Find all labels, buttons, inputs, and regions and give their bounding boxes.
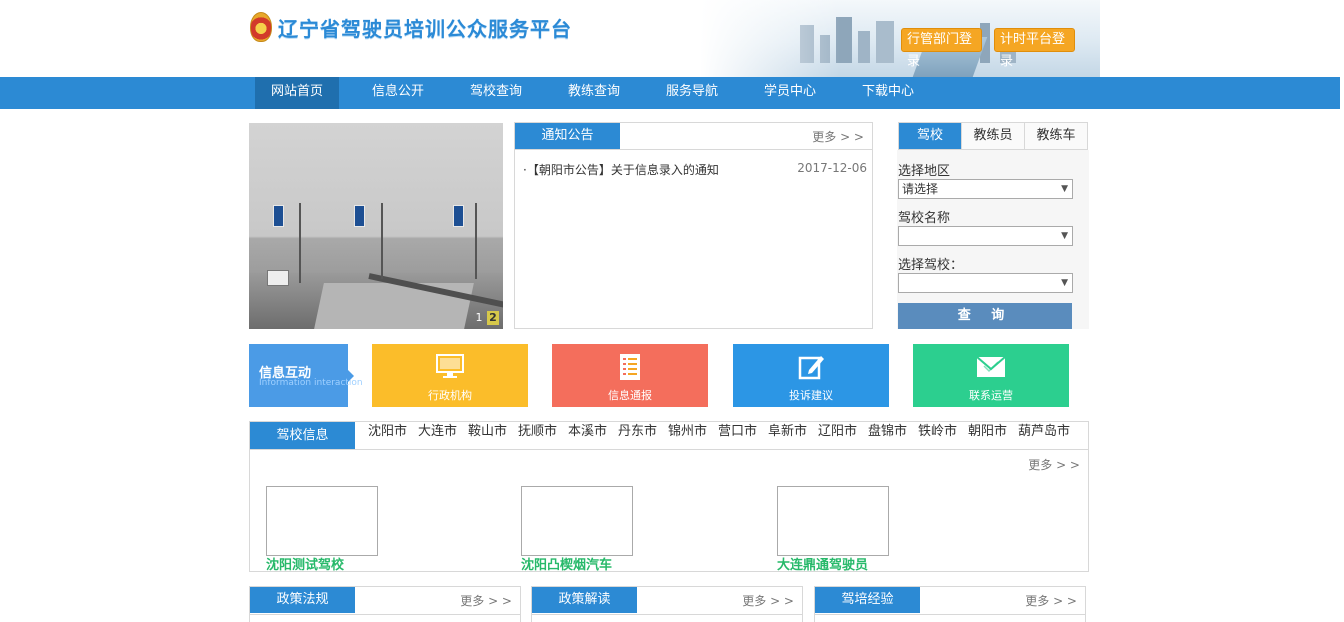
- choose-school-label: 选择驾校：: [898, 258, 964, 273]
- city-link[interactable]: 鞍山市: [468, 422, 518, 450]
- city-link[interactable]: 营口市: [718, 422, 768, 450]
- school-info-more-link[interactable]: 更多 > >: [1028, 456, 1080, 473]
- city-link[interactable]: 葫芦岛市: [1018, 422, 1078, 450]
- city-link[interactable]: 铁岭市: [918, 422, 968, 450]
- search-tabs: 驾校 教练员 教练车: [898, 122, 1088, 150]
- notice-title[interactable]: 【朝阳市公告】关于信息录入的通知: [533, 163, 719, 177]
- main-nav: 网站首页 信息公开 驾校查询 教练查询 服务导航 学员中心 下载中心: [0, 77, 1340, 109]
- car-image: [267, 270, 289, 286]
- admin-agency-tile[interactable]: 行政机构: [372, 344, 528, 407]
- complaint-suggestion-label: 投诉建议: [789, 389, 833, 402]
- search-button[interactable]: 查 询: [898, 303, 1072, 329]
- tab-coach-car[interactable]: 教练车: [1024, 123, 1087, 149]
- notice-tab[interactable]: 通知公告: [515, 123, 620, 149]
- site-title: 辽宁省驾驶员培训公众服务平台: [278, 16, 572, 41]
- tab-coach[interactable]: 教练员: [961, 123, 1024, 149]
- city-link[interactable]: 辽阳市: [818, 422, 868, 450]
- slideshow-pager: 1 2: [473, 311, 499, 325]
- school-name-link[interactable]: 大连鼎通驾驶员: [777, 554, 868, 573]
- bullet-icon: ·: [523, 163, 527, 177]
- city-link[interactable]: 阜新市: [768, 422, 818, 450]
- city-link[interactable]: 盘锦市: [868, 422, 918, 450]
- admin-agency-label: 行政机构: [428, 389, 472, 402]
- slide-page-1[interactable]: 1: [473, 311, 485, 325]
- info-interaction-label: 信息互动 Information interaction: [249, 344, 363, 407]
- school-info-panel: 驾校信息 沈阳市 大连市 鞍山市 抚顺市 本溪市 丹东市 锦州市 营口市 阜新市…: [249, 421, 1089, 573]
- training-experience-panel: 驾培经验 更多 > >: [814, 586, 1086, 622]
- school-name-link[interactable]: 沈阳凸楔烟汽车: [521, 554, 612, 573]
- city-link[interactable]: 丹东市: [618, 422, 668, 450]
- city-link[interactable]: 锦州市: [668, 422, 718, 450]
- policy-regulations-more-link[interactable]: 更多 > >: [460, 592, 512, 609]
- monitor-icon: [436, 354, 464, 378]
- slide-page-2[interactable]: 2: [487, 311, 499, 325]
- info-notice-label: 信息通报: [608, 389, 652, 402]
- school-name-link[interactable]: 沈阳测试驾校: [266, 554, 344, 573]
- notice-panel: 通知公告 更多 > > · 【朝阳市公告】关于信息录入的通知 2017-12-06: [514, 122, 873, 329]
- chevron-down-icon: ▼: [1061, 184, 1068, 194]
- choose-school-select[interactable]: ▼: [898, 273, 1073, 293]
- city-link[interactable]: 本溪市: [568, 422, 618, 450]
- contact-operation-label: 联系运营: [969, 389, 1013, 402]
- policy-interpretation-tab[interactable]: 政策解读: [532, 587, 637, 613]
- nav-item-school-query[interactable]: 驾校查询: [447, 77, 545, 109]
- nav-item-coach-query[interactable]: 教练查询: [545, 77, 643, 109]
- school-info-tab[interactable]: 驾校信息: [250, 422, 355, 449]
- nav-item-student-center[interactable]: 学员中心: [741, 77, 839, 109]
- document-list-icon: [620, 354, 640, 380]
- notice-more-link[interactable]: 更多 > >: [812, 128, 864, 145]
- city-filter: 沈阳市 大连市 鞍山市 抚顺市 本溪市 丹东市 锦州市 营口市 阜新市 辽阳市 …: [368, 422, 1078, 450]
- school-name-select[interactable]: ▼: [898, 226, 1073, 246]
- policy-interpretation-more-link[interactable]: 更多 > >: [742, 592, 794, 609]
- timer-platform-login-button[interactable]: 计时平台登录: [994, 28, 1075, 69]
- region-select-value: 请选择: [902, 182, 939, 196]
- school-thumbnail[interactable]: [521, 486, 633, 556]
- school-thumbnail[interactable]: [266, 486, 378, 556]
- training-experience-tab[interactable]: 驾培经验: [815, 587, 920, 613]
- chevron-down-icon: ▼: [1061, 231, 1068, 241]
- notice-date: 2017-12-06: [797, 161, 867, 175]
- policy-interpretation-panel: 政策解读 更多 > >: [531, 586, 803, 622]
- contact-operation-tile[interactable]: 联系运营: [913, 344, 1069, 407]
- header: 辽宁省驾驶员培训公众服务平台 行管部门登录 计时平台登录: [0, 0, 1344, 77]
- site-logo[interactable]: 辽宁省驾驶员培训公众服务平台: [250, 12, 572, 42]
- city-link[interactable]: 朝阳市: [968, 422, 1018, 450]
- admin-login-button[interactable]: 行管部门登录: [901, 28, 982, 69]
- chevron-down-icon: ▼: [1061, 278, 1068, 288]
- tab-driving-school[interactable]: 驾校: [899, 123, 961, 149]
- city-link[interactable]: 抚顺市: [518, 422, 568, 450]
- school-thumbnail[interactable]: [777, 486, 889, 556]
- policy-regulations-tab[interactable]: 政策法规: [250, 587, 355, 613]
- nav-item-service-guide[interactable]: 服务导航: [643, 77, 741, 109]
- page: 辽宁省驾驶员培训公众服务平台 行管部门登录 计时平台登录 网站首页 信息公开 驾…: [0, 0, 1344, 622]
- search-panel: 驾校 教练员 教练车 选择地区 请选择 ▼ 驾校名称 ▼ 选择驾校： ▼ 查 询: [897, 122, 1089, 329]
- news-slideshow[interactable]: 1 2: [249, 123, 503, 329]
- policy-regulations-panel: 政策法规 更多 > >: [249, 586, 521, 622]
- city-link[interactable]: 大连市: [418, 422, 468, 450]
- school-name-label: 驾校名称: [898, 211, 951, 226]
- emblem-icon: [250, 12, 272, 42]
- region-select[interactable]: 请选择 ▼: [898, 179, 1073, 199]
- envelope-icon: [976, 356, 1006, 377]
- training-experience-more-link[interactable]: 更多 > >: [1025, 592, 1077, 609]
- nav-item-home[interactable]: 网站首页: [255, 77, 339, 109]
- list-item[interactable]: · 【朝阳市公告】关于信息录入的通知 2017-12-06: [523, 161, 867, 178]
- city-link[interactable]: 沈阳市: [368, 422, 418, 450]
- region-label: 选择地区: [898, 164, 951, 179]
- nav-item-info-disclosure[interactable]: 信息公开: [349, 77, 447, 109]
- complaint-suggestion-tile[interactable]: 投诉建议: [733, 344, 889, 407]
- info-notice-tile[interactable]: 信息通报: [552, 344, 708, 407]
- nav-item-download-center[interactable]: 下载中心: [839, 77, 937, 109]
- edit-icon: [798, 356, 824, 380]
